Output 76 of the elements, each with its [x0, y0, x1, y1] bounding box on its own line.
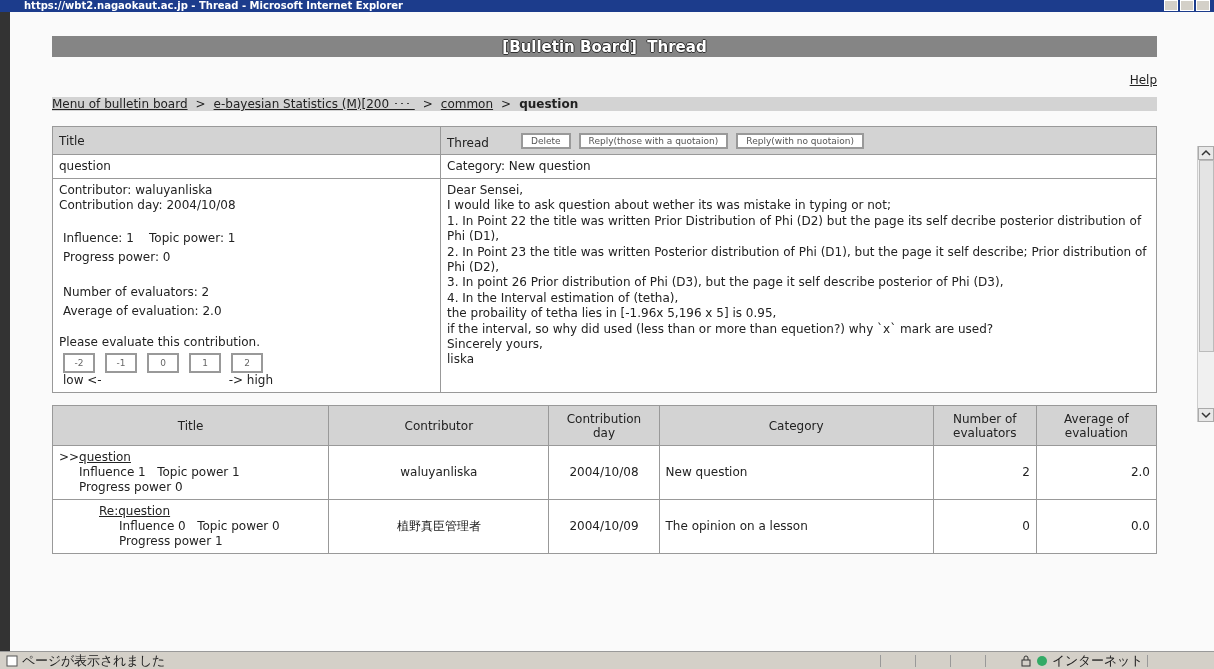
influence-text: Influence 0 — [119, 519, 186, 533]
progress-power-text: Progress power: 0 — [63, 250, 171, 264]
evaluators-text: Number of evaluators: 2 — [63, 285, 210, 299]
evaluate-prompt: Please evaluate this contribution. — [59, 335, 261, 349]
scroll-up-icon[interactable] — [1198, 146, 1214, 160]
influence-text: Influence 1 — [79, 465, 146, 479]
breadcrumb-link[interactable]: Menu of bulletin board — [52, 97, 188, 111]
message-line: I would like to ask question about wether its was mistake in typing or not; — [447, 198, 892, 214]
influence-text: Influence: 1 — [63, 231, 134, 245]
breadcrumb-separator: > — [195, 97, 206, 111]
close-button[interactable] — [1196, 0, 1210, 11]
page-title: [Bulletin Board] Thread — [502, 37, 707, 56]
rating-button[interactable]: -1 — [105, 353, 137, 373]
help-link[interactable]: Help — [1129, 73, 1157, 87]
rating-button[interactable]: -2 — [63, 353, 95, 373]
progress-power-text: Progress power 1 — [119, 534, 223, 548]
message-line: liska — [447, 352, 475, 368]
zone-text: インターネット — [1052, 651, 1143, 669]
minimize-button[interactable] — [1164, 0, 1178, 11]
column-heading: Title — [59, 133, 85, 148]
message-line: Sincerely yours, — [447, 337, 544, 353]
lock-icon — [1020, 654, 1032, 667]
contributor-text: Contributor: waluyanliska — [59, 183, 214, 198]
rating-button[interactable]: 1 — [189, 353, 221, 373]
breadcrumb-link[interactable]: common — [440, 97, 494, 111]
thread-marker: >> — [59, 450, 80, 464]
message-line: the probaility of tetha lies in [-1.96x 5,196 x 5] is 0.95, — [447, 306, 778, 322]
breadcrumb-current: question — [519, 97, 579, 111]
column-heading: Thread — [447, 135, 489, 150]
progress-power-text: Progress power 0 — [79, 480, 183, 494]
post-title: question — [59, 159, 111, 173]
rating-button[interactable]: 2 — [231, 353, 263, 373]
maximize-button[interactable] — [1180, 0, 1194, 11]
category-cell: New question — [665, 465, 748, 479]
scale-low-label: low <- — [63, 373, 102, 388]
scale-high-label: -> high — [228, 373, 273, 388]
action-button[interactable]: Reply(with no quotaion) — [736, 132, 864, 149]
post-category: Category: New question — [447, 159, 591, 173]
date-cell: 2004/10/09 — [569, 519, 639, 533]
topic-power-text: Topic power 1 — [157, 465, 240, 479]
column-heading: Average of evaluation — [1064, 411, 1129, 440]
page-icon — [6, 654, 18, 667]
message-line: 2. In Point 23 the title was written Posterior distribution of Phi (D1), but the page it self describe; Prior distribution of Phi (D2), — [447, 244, 1148, 276]
average-text: Average of evaluation: 2.0 — [63, 304, 222, 318]
category-cell: The opinion on a lesson — [665, 519, 808, 533]
date-text: Contribution day: 2004/10/08 — [59, 198, 237, 213]
column-heading: Number of evaluators — [953, 411, 1017, 440]
evaluators-cell: 2 — [1022, 465, 1030, 479]
topic-power-text: Topic power: 1 — [149, 231, 236, 245]
action-button[interactable]: Delete — [520, 132, 571, 149]
column-heading: Contributor — [404, 418, 474, 433]
thread-title-link[interactable]: question — [79, 450, 131, 464]
column-heading: Category — [768, 418, 824, 433]
action-button[interactable]: Reply(those with a quotaion) — [578, 132, 729, 149]
breadcrumb-link[interactable]: e-bayesian Statistics (M)[200 ･･･ — [213, 97, 415, 111]
contributor-cell: waluyanliska — [400, 465, 478, 479]
scroll-down-icon[interactable] — [1198, 408, 1214, 422]
message-line: 1. In Point 22 the title was written Prior Distribution of Phi (D2) but the page its self decribe posterior distribution of Phi (D1), — [447, 213, 1143, 245]
average-cell: 0.0 — [1130, 519, 1150, 533]
average-cell: 2.0 — [1130, 465, 1150, 479]
breadcrumb-separator: > — [422, 97, 433, 111]
column-heading: Contribution day — [566, 411, 642, 440]
topic-power-text: Topic power 0 — [197, 519, 280, 533]
message-line: 3. In point 26 Prior distribution of Phi (D3), but the page it self describe posterior of Phi (D3), — [447, 275, 1005, 291]
column-heading: Title — [177, 418, 204, 433]
breadcrumb-separator: > — [501, 97, 512, 111]
date-cell: 2004/10/08 — [569, 465, 639, 479]
window-title: https://wbt2.nagaokaut.ac.jp - Thread - Microsoft Internet Explorer — [24, 0, 404, 12]
evaluators-cell: 0 — [1022, 519, 1030, 533]
message-line: if the interval, so why did used (less than or more than equetion?) why `x` mark are used? — [447, 321, 995, 338]
rating-button[interactable]: 0 — [147, 353, 179, 373]
message-line: Dear Sensei, — [447, 183, 525, 199]
contributor-cell: 植野真臣管理者 — [396, 519, 481, 533]
message-line: 4. In the Interval estimation of (tetha), — [447, 290, 680, 307]
thread-title-link[interactable]: Re:question — [99, 504, 171, 518]
status-text: ページが表示されました — [22, 651, 165, 669]
